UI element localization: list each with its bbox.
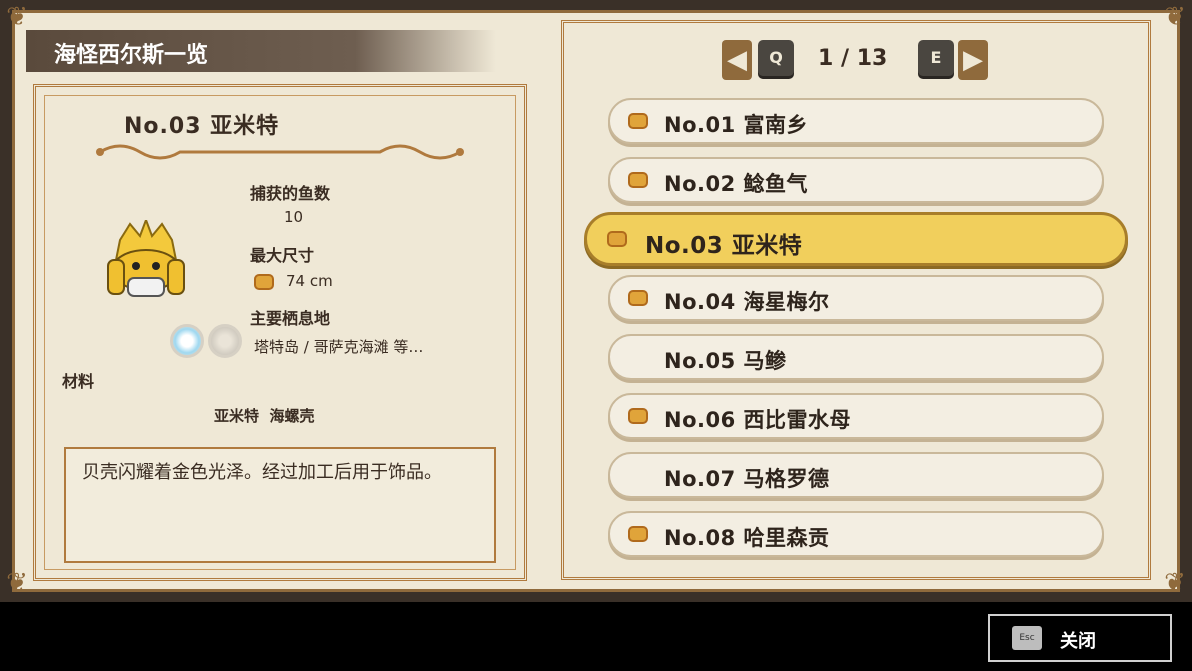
- list-item[interactable]: No.05 马鲹: [608, 334, 1104, 380]
- prev-page-key[interactable]: Q: [758, 40, 794, 76]
- crown-icon: [254, 274, 274, 290]
- crown-icon: [628, 172, 648, 188]
- list-item-label: No.02 鲶鱼气: [664, 172, 809, 196]
- corner-ornament-icon: ❦: [6, 568, 28, 598]
- list-item-selected[interactable]: No.03 亚米特: [584, 212, 1128, 266]
- pager: ◀ Q 1 / 13 E ▶: [722, 38, 992, 82]
- materials-label: 材料: [62, 372, 95, 391]
- crown-icon: [628, 290, 648, 306]
- list-item[interactable]: No.08 哈里森贡: [608, 511, 1104, 557]
- night-icon: [208, 324, 242, 358]
- title-bar: 海怪西尔斯一览: [26, 30, 496, 72]
- close-label: 关闭: [1060, 631, 1096, 652]
- list-item[interactable]: No.01 富南乡: [608, 98, 1104, 144]
- corner-ornament-icon: ❦: [1164, 568, 1186, 598]
- corner-ornament-icon: ❦: [1164, 2, 1186, 32]
- day-icon: [170, 324, 204, 358]
- prev-page-arrow-icon[interactable]: ◀: [722, 40, 752, 80]
- materials-value: 亚米特 海螺壳: [214, 407, 315, 425]
- page-separator: /: [840, 46, 850, 71]
- list-item[interactable]: No.06 西比雷水母: [608, 393, 1104, 439]
- page-current: 1: [818, 46, 834, 71]
- list-item[interactable]: No.02 鲶鱼气: [608, 157, 1104, 203]
- list-item-label: No.01 富南乡: [664, 113, 809, 137]
- habitat-value: 塔特岛 / 哥萨克海滩 等…: [254, 338, 424, 356]
- game-screen: ❦ ❦ ❦ ❦ 海怪西尔斯一览 No.03 亚米特 捕获的鱼数 10 最大尺寸 …: [0, 0, 1192, 602]
- list-item-label: No.06 西比雷水母: [664, 408, 852, 432]
- scroll-ornament-icon: [96, 144, 464, 160]
- catch-count-label: 捕获的鱼数: [250, 184, 331, 203]
- page-total: 13: [856, 46, 888, 71]
- crown-icon: [607, 231, 627, 247]
- crown-icon: [628, 408, 648, 424]
- monster-name: No.03 亚米特: [124, 114, 280, 139]
- max-size-label: 最大尺寸: [250, 246, 315, 265]
- esc-key-icon: Esc: [1012, 626, 1042, 650]
- next-page-key[interactable]: E: [918, 40, 954, 76]
- description-box: 贝壳闪耀着金色光泽。经过加工后用于饰品。: [64, 447, 496, 563]
- list-item-label: No.05 马鲹: [664, 349, 787, 373]
- next-page-arrow-icon[interactable]: ▶: [958, 40, 988, 80]
- list-item[interactable]: No.07 马格罗德: [608, 452, 1104, 498]
- monster-sprite-icon: [107, 220, 185, 297]
- catch-count-value: 10: [284, 208, 304, 226]
- max-size-value: 74 cm: [286, 272, 333, 290]
- habitat-label: 主要栖息地: [250, 309, 331, 328]
- close-button[interactable]: Esc 关闭: [988, 614, 1172, 662]
- description-text: 贝壳闪耀着金色光泽。经过加工后用于饰品。: [82, 462, 442, 483]
- corner-ornament-icon: ❦: [6, 2, 28, 32]
- list-item[interactable]: No.04 海星梅尔: [608, 275, 1104, 321]
- list-item-label: No.03 亚米特: [645, 233, 803, 259]
- crown-icon: [628, 526, 648, 542]
- page-indicator: 1 / 13: [818, 46, 887, 71]
- list-item-label: No.07 马格罗德: [664, 467, 830, 491]
- list-item-label: No.08 哈里森贡: [664, 526, 830, 550]
- page-title: 海怪西尔斯一览: [54, 43, 209, 68]
- crown-icon: [628, 113, 648, 129]
- list-item-label: No.04 海星梅尔: [664, 290, 830, 314]
